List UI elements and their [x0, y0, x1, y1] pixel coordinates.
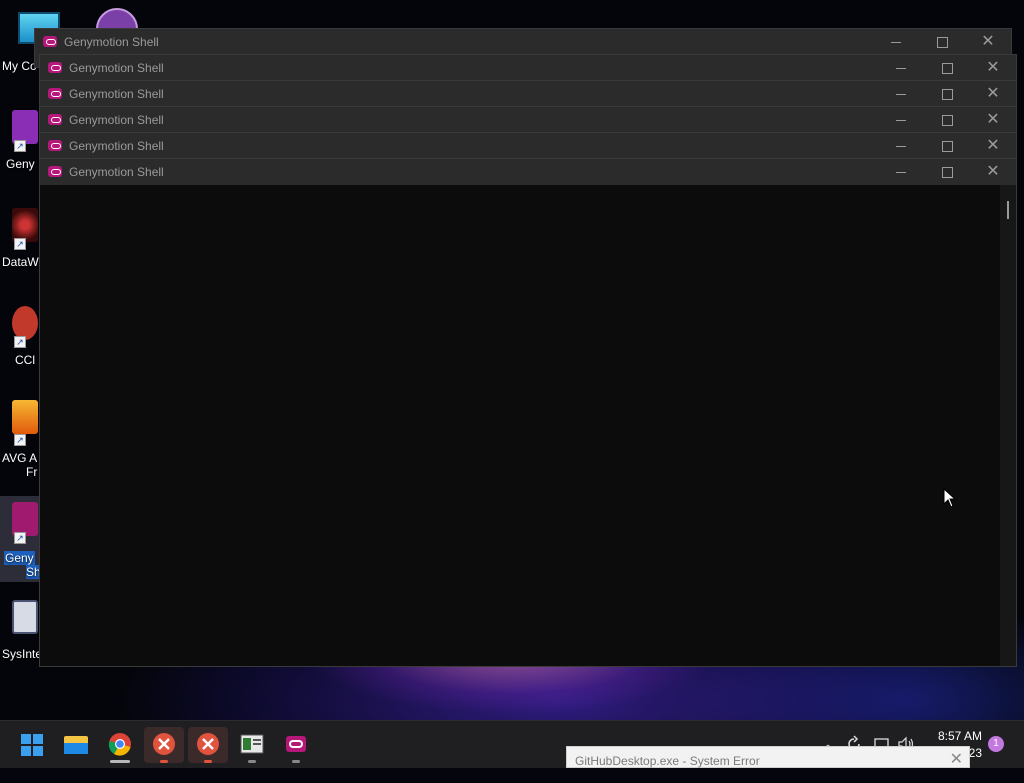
ccleaner-icon — [12, 306, 38, 340]
document-app-icon — [240, 734, 264, 754]
popup-title: GitHubDesktop.exe - System Error — [575, 754, 760, 768]
desktop-icon-label: CCl — [15, 353, 35, 367]
close-button[interactable]: ✕ — [970, 55, 1016, 81]
window-titlebar[interactable]: Genymotion Shell ✕ — [35, 29, 1011, 55]
error-app-icon — [197, 733, 219, 755]
maximize-button[interactable] — [924, 107, 970, 133]
window-title: Genymotion Shell — [69, 139, 164, 153]
maximize-button[interactable] — [924, 133, 970, 159]
desktop-icon-genymotion-shell[interactable]: ↗ Geny Sh — [0, 496, 41, 582]
running-indicator — [204, 760, 212, 763]
maximize-button[interactable] — [924, 159, 970, 185]
close-button[interactable]: ✕ — [970, 81, 1016, 107]
desktop-icon-genymotion[interactable]: ↗ Geny — [0, 110, 40, 174]
taskbar-genymotion[interactable] — [276, 727, 316, 763]
vertical-scrollbar[interactable] — [1000, 185, 1016, 666]
running-indicator — [110, 760, 130, 763]
minimize-button[interactable] — [878, 159, 924, 185]
close-button[interactable]: ✕ — [965, 29, 1011, 55]
maximize-button[interactable] — [924, 81, 970, 107]
window-title: Genymotion Shell — [69, 61, 164, 75]
console-area[interactable] — [40, 185, 1016, 666]
shortcut-arrow-icon: ↗ — [14, 434, 26, 446]
window-title: Genymotion Shell — [69, 165, 164, 179]
desktop-icon-datawarrior[interactable]: ↗ DataW — [0, 208, 40, 272]
desktop-icon-label: AVG A — [2, 451, 38, 465]
minimize-button[interactable] — [878, 107, 924, 133]
desktop-icon-label: DataW — [2, 255, 39, 269]
taskbar-error-app-1[interactable] — [144, 727, 184, 763]
desktop-icon-avg[interactable]: ↗ AVG A Fr — [0, 400, 40, 480]
window-titlebar[interactable]: Genymotion Shell ✕ — [40, 55, 1016, 81]
genymotion-icon — [286, 736, 306, 752]
genymotion-app-icon — [48, 140, 62, 151]
taskbar-file-explorer[interactable] — [56, 727, 96, 763]
window-title: Genymotion Shell — [64, 35, 159, 49]
minimize-button[interactable] — [878, 133, 924, 159]
sysinternals-icon — [12, 600, 38, 634]
genymotion-app-icon — [43, 36, 57, 47]
close-button[interactable]: ✕ — [970, 133, 1016, 159]
desktop-icon-label: Geny — [4, 551, 35, 565]
scrollbar-thumb[interactable] — [1007, 201, 1009, 219]
shortcut-arrow-icon: ↗ — [14, 238, 26, 250]
shortcut-arrow-icon: ↗ — [14, 532, 26, 544]
chrome-icon — [108, 733, 131, 756]
window-titlebar[interactable]: Genymotion Shell ✕ — [40, 159, 1016, 185]
shortcut-arrow-icon: ↗ — [14, 336, 26, 348]
window-titlebar[interactable]: Genymotion Shell ✕ — [40, 133, 1016, 159]
genymotion-shell-window-6[interactable]: Genymotion Shell ✕ — [39, 158, 1017, 667]
minimize-button[interactable] — [878, 81, 924, 107]
datawarrior-icon — [12, 208, 38, 242]
desktop-icon-label: My Co — [2, 59, 37, 73]
window-title: Genymotion Shell — [69, 113, 164, 127]
maximize-button[interactable] — [924, 55, 970, 81]
desktop: My Co ↗ Geny ↗ DataW ↗ CCl ↗ AVG A Fr ↗ … — [0, 0, 1024, 720]
genymotion-app-icon — [48, 166, 62, 177]
desktop-icon-label: Geny — [6, 157, 35, 171]
shortcut-arrow-icon: ↗ — [14, 140, 26, 152]
popup-close-button[interactable]: ✕ — [950, 749, 963, 769]
minimize-button[interactable] — [873, 29, 919, 55]
file-explorer-icon — [64, 736, 88, 754]
genymotion-app-icon — [48, 114, 62, 125]
genymotion-app-icon — [48, 88, 62, 99]
avg-icon — [12, 400, 38, 434]
genymotion-shell-icon — [12, 502, 38, 536]
genymotion-app-icon — [48, 62, 62, 73]
running-indicator — [292, 760, 300, 763]
notification-badge[interactable]: 1 — [988, 736, 1004, 752]
minimize-button[interactable] — [878, 55, 924, 81]
error-app-icon — [153, 733, 175, 755]
desktop-icon-ccleaner[interactable]: ↗ CCl — [0, 306, 40, 370]
taskbar-error-app-2[interactable] — [188, 727, 228, 763]
taskbar-chrome[interactable] — [100, 727, 140, 763]
close-button[interactable]: ✕ — [970, 159, 1016, 185]
start-icon — [21, 734, 43, 756]
maximize-button[interactable] — [919, 29, 965, 55]
desktop-icon-sysinternals[interactable]: SysInte — [0, 596, 43, 661]
system-error-popup[interactable]: GitHubDesktop.exe - System Error ✕ — [566, 746, 970, 768]
desktop-icon-label-line2: Fr — [26, 465, 38, 479]
clock-time: 8:57 AM — [937, 729, 982, 743]
window-titlebar[interactable]: Genymotion Shell ✕ — [40, 81, 1016, 107]
window-titlebar[interactable]: Genymotion Shell ✕ — [40, 107, 1016, 133]
genymotion-icon — [12, 110, 38, 144]
window-title: Genymotion Shell — [69, 87, 164, 101]
taskbar-document-app[interactable] — [232, 727, 272, 763]
mouse-cursor-icon — [943, 488, 957, 508]
close-button[interactable]: ✕ — [970, 107, 1016, 133]
start-button[interactable] — [12, 727, 52, 763]
running-indicator — [248, 760, 256, 763]
desktop-icon-label: SysInte — [2, 647, 43, 661]
running-indicator — [160, 760, 168, 763]
